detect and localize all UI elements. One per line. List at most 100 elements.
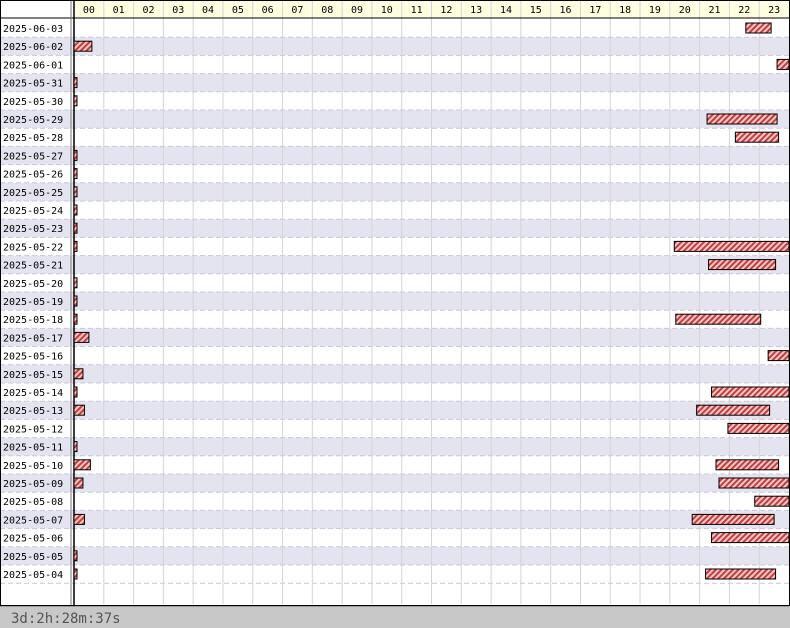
x-tick-label: 01 (113, 5, 125, 16)
row-stripe (0, 474, 790, 493)
row-stripe (0, 310, 790, 329)
row-date-label: 2025-06-02 (3, 42, 63, 53)
row-stripe (0, 110, 790, 129)
x-tick-label: 19 (649, 5, 661, 16)
activity-bar (73, 368, 84, 380)
activity-bar (711, 532, 790, 544)
row-stripe (0, 437, 790, 456)
row-stripe (0, 528, 790, 547)
row-stripe (0, 455, 790, 474)
row-stripe (0, 492, 790, 511)
x-tick-label: 05 (232, 5, 244, 16)
activity-bar (73, 404, 85, 416)
row-stripe (0, 37, 790, 56)
activity-bar (727, 422, 790, 434)
row-date-label: 2025-05-12 (3, 424, 63, 435)
row-stripe (0, 419, 790, 438)
x-tick-label: 21 (708, 5, 720, 16)
row-stripe (0, 364, 790, 383)
activity-bar (73, 331, 90, 343)
activity-bar (73, 277, 78, 289)
row-stripe (0, 510, 790, 529)
row-stripe (0, 565, 790, 584)
row-stripe (0, 237, 790, 256)
activity-bar (73, 40, 93, 52)
activity-bar (691, 513, 775, 525)
x-tick-label: 10 (381, 5, 393, 16)
activity-bar (673, 240, 790, 252)
row-date-label: 2025-05-16 (3, 352, 63, 363)
row-date-label: 2025-05-17 (3, 333, 63, 344)
activity-bar (745, 22, 772, 34)
row-stripe (0, 73, 790, 92)
row-date-label: 2025-05-07 (3, 515, 63, 526)
x-tick-label: 09 (351, 5, 363, 16)
activity-bar (718, 477, 790, 489)
row-date-label: 2025-05-10 (3, 461, 63, 472)
x-tick-label: 13 (470, 5, 482, 16)
timeline-chart: 00 01 02 03 04 05 06 07 08 09 10 11 12 13 14 15 16 17 18 19… (0, 0, 790, 628)
row-date-label: 2025-05-27 (3, 151, 63, 162)
row-date-label: 2025-05-26 (3, 170, 63, 181)
row-date-label: 2025-05-13 (3, 406, 63, 417)
status-bar: 3d:2h:28m:37s (0, 606, 790, 628)
activity-bar (696, 404, 771, 416)
chart-svg: 00 01 02 03 04 05 06 07 08 09 10 11 12 13 14 15 16 17 18 19… (0, 0, 790, 606)
x-tick-label: 07 (291, 5, 303, 16)
activity-bar (734, 131, 780, 143)
row-stripe (0, 146, 790, 165)
row-stripe (0, 546, 790, 565)
activity-bar (73, 295, 78, 307)
row-date-label: 2025-05-11 (3, 443, 63, 454)
activity-bar (73, 313, 78, 325)
row-date-label: 2025-05-29 (3, 115, 63, 126)
activity-bar (73, 513, 85, 525)
activity-bar (73, 568, 78, 580)
x-tick-label: 20 (679, 5, 691, 16)
row-stripe (0, 328, 790, 347)
row-date-label: 2025-06-03 (3, 24, 63, 35)
x-tick-label: 12 (440, 5, 452, 16)
row-stripe (0, 164, 790, 183)
activity-bar (708, 259, 777, 271)
x-tick-label: 00 (83, 5, 95, 16)
row-date-label: 2025-05-31 (3, 79, 63, 90)
row-date-label: 2025-05-05 (3, 552, 63, 563)
x-tick-label: 14 (500, 5, 512, 16)
row-stripe (0, 346, 790, 365)
row-stripe (0, 292, 790, 311)
row-date-label: 2025-05-15 (3, 370, 63, 381)
row-date-label: 2025-05-14 (3, 388, 63, 399)
row-stripe (0, 91, 790, 110)
activity-bar (705, 568, 777, 580)
x-tick-label: 03 (172, 5, 184, 16)
row-stripe (0, 219, 790, 238)
row-stripe (0, 201, 790, 220)
row-date-label: 2025-05-19 (3, 297, 63, 308)
activity-bar (73, 459, 91, 471)
activity-bar (675, 313, 762, 325)
row-stripe (0, 383, 790, 402)
activity-bar (73, 441, 78, 453)
activity-bar (73, 477, 84, 489)
row-date-label: 2025-05-04 (3, 570, 63, 581)
activity-bar (73, 550, 78, 562)
activity-bar (767, 350, 790, 362)
activity-bar (754, 495, 790, 507)
x-tick-label: 15 (530, 5, 542, 16)
x-tick-label: 22 (738, 5, 750, 16)
row-stripe (0, 128, 790, 147)
x-tick-label: 08 (321, 5, 333, 16)
row-stripe (0, 401, 790, 420)
row-date-label: 2025-05-08 (3, 497, 63, 508)
row-date-label: 2025-05-20 (3, 279, 63, 290)
activity-bar (73, 95, 78, 107)
row-date-label: 2025-05-06 (3, 534, 63, 545)
x-tick-label: 16 (560, 5, 572, 16)
row-date-label: 2025-05-21 (3, 261, 63, 272)
activity-bar (73, 204, 78, 216)
x-tick-label: 23 (768, 5, 780, 16)
x-tick-label: 17 (589, 5, 601, 16)
x-tick-label: 11 (411, 5, 423, 16)
activity-bar (73, 149, 78, 161)
